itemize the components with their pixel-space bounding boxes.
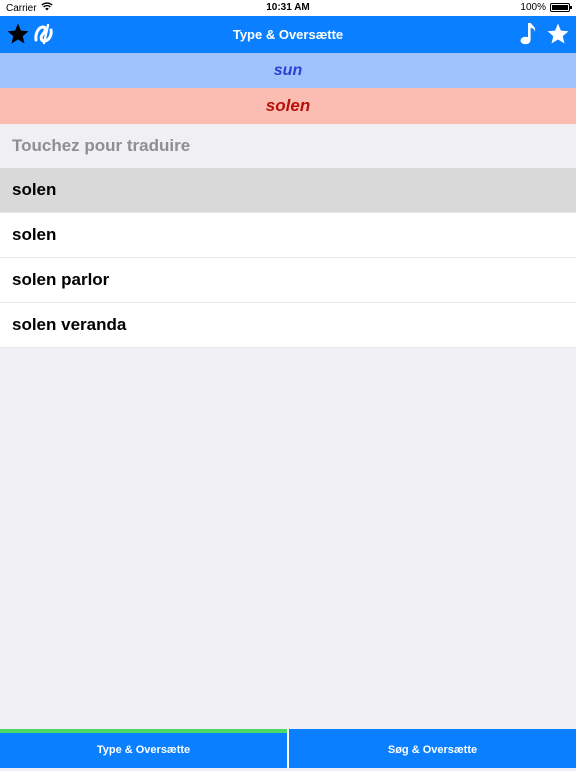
battery-label: 100% [520, 2, 546, 13]
list-item[interactable]: solen veranda [0, 303, 576, 348]
list-item[interactable]: solen [0, 168, 576, 213]
tab-bar: Type & Oversætte Søg & Oversætte [0, 729, 576, 768]
tab-type-translate[interactable]: Type & Oversætte [0, 729, 287, 768]
tap-to-translate-hint: Touchez pour traduire [0, 124, 576, 168]
nav-bar: Type & Oversætte [0, 16, 576, 53]
tab-search-translate[interactable]: Søg & Oversætte [287, 729, 576, 768]
nav-title: Type & Oversætte [232, 27, 344, 42]
suggestion-list: solen solen solen parlor solen veranda [0, 168, 576, 348]
music-note-icon[interactable] [514, 20, 542, 48]
status-time: 10:31 AM [266, 2, 310, 13]
status-bar: Carrier 10:31 AM 100% [0, 0, 576, 16]
favorite-add-star-icon[interactable] [544, 20, 572, 48]
source-text-row[interactable]: sun [0, 53, 576, 88]
list-item[interactable]: solen parlor [0, 258, 576, 303]
battery-group: 100% [520, 2, 572, 13]
list-item[interactable]: solen [0, 213, 576, 258]
battery-icon [550, 3, 572, 12]
translation-text-row[interactable]: solen [0, 88, 576, 124]
